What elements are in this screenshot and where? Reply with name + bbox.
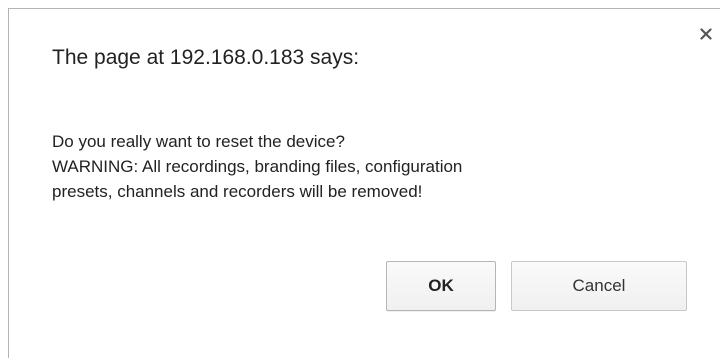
message-line: presets, channels and recorders will be … — [52, 182, 423, 201]
close-icon — [700, 28, 712, 40]
cancel-button[interactable]: Cancel — [511, 261, 687, 311]
ok-button[interactable]: OK — [386, 261, 496, 311]
message-line: WARNING: All recordings, branding files,… — [52, 157, 463, 176]
alert-dialog: The page at 192.168.0.183 says: Do you r… — [8, 8, 720, 358]
message-line: Do you really want to reset the device? — [52, 132, 345, 151]
dialog-title: The page at 192.168.0.183 says: — [52, 46, 360, 69]
dialog-message: Do you really want to reset the device? … — [52, 129, 692, 204]
close-button[interactable] — [695, 23, 717, 45]
